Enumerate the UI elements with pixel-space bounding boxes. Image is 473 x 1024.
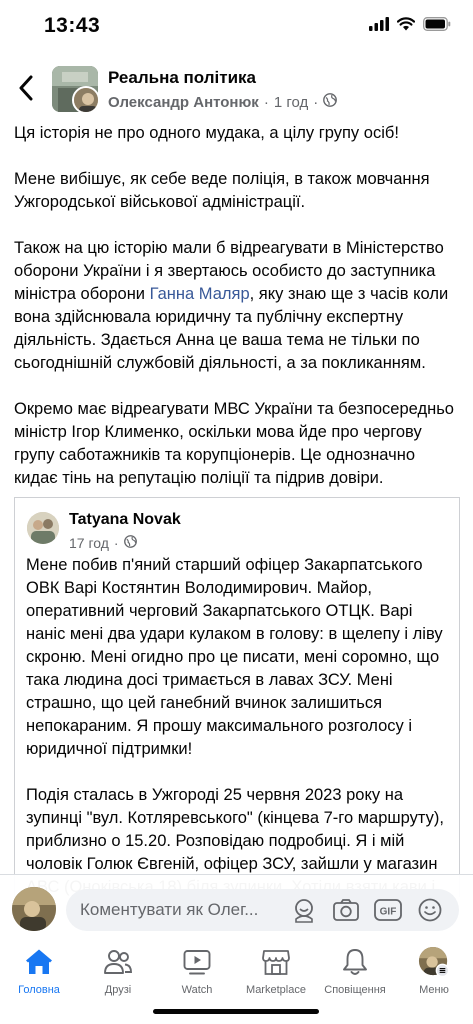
- meta-separator: ·: [313, 93, 319, 111]
- tab-menu[interactable]: Меню: [395, 944, 473, 1004]
- author-avatar[interactable]: [72, 86, 100, 114]
- author-name[interactable]: Олександр Антонюк: [108, 94, 259, 111]
- comment-tools: GIF: [289, 896, 445, 924]
- shared-author-name[interactable]: Tatyana Novak: [69, 511, 181, 529]
- post-header: Реальна політика Олександр Антонюк · 1 г…: [0, 62, 473, 118]
- comment-input[interactable]: Коментувати як Олег... GIF: [66, 889, 459, 931]
- wifi-icon: [396, 17, 416, 36]
- meta-separator: ·: [113, 535, 119, 551]
- back-button[interactable]: [10, 70, 42, 106]
- shared-text: Мене побив п'яний старший офіцер Закарпа…: [26, 554, 454, 897]
- post-text: Ця історія не про одного мудака, а цілу …: [14, 122, 462, 513]
- globe-icon: [323, 93, 338, 111]
- home-icon: [23, 946, 55, 978]
- tab-friends[interactable]: Друзі: [79, 944, 157, 1004]
- battery-icon: [423, 17, 451, 36]
- watch-icon: [181, 946, 213, 978]
- camera-icon[interactable]: [331, 896, 361, 924]
- gif-icon[interactable]: GIF: [373, 896, 403, 924]
- home-indicator: [153, 1009, 319, 1014]
- comment-bar: Коментувати як Олег... GIF: [0, 874, 473, 944]
- tab-label: Сповіщення: [324, 984, 386, 996]
- signal-icon: [369, 17, 389, 36]
- tab-label: Меню: [419, 984, 449, 996]
- post-paragraph: Мене вибішує, як себе веде поліція, в та…: [14, 170, 430, 211]
- status-icons: [369, 17, 451, 36]
- meta-separator: ·: [263, 93, 269, 111]
- chevron-left-icon: [19, 75, 33, 101]
- post-paragraph: Також на цю історію мали б відреагувати …: [14, 237, 462, 375]
- tab-marketplace[interactable]: Marketplace: [237, 944, 315, 1004]
- shared-post[interactable]: Tatyana Novak 17 год · Мене побив п'яний…: [14, 497, 460, 897]
- friends-icon: [102, 946, 134, 978]
- group-name[interactable]: Реальна політика: [108, 68, 256, 88]
- status-time: 13:43: [44, 14, 101, 37]
- avatar-sticker-icon[interactable]: [289, 896, 319, 924]
- menu-avatar-icon: [418, 946, 450, 978]
- post-paragraph: Окремо має відреагувати МВС України та б…: [14, 400, 454, 487]
- tab-label: Marketplace: [246, 984, 306, 996]
- tab-home[interactable]: Головна: [0, 944, 78, 1004]
- shared-meta: 17 год ·: [69, 535, 137, 551]
- bottom-tab-bar: Головна Друзі Watch Marketplace Сповіщен…: [0, 944, 473, 1024]
- globe-icon: [123, 535, 137, 551]
- shared-author-avatar[interactable]: [27, 512, 59, 544]
- tab-label: Головна: [18, 984, 60, 996]
- tab-label: Друзі: [104, 984, 132, 996]
- emoji-icon[interactable]: [415, 896, 445, 924]
- mention-link[interactable]: Ганна Маляр: [150, 285, 250, 303]
- tab-watch[interactable]: Watch: [158, 944, 236, 1004]
- post-paragraph: Ця історія не про одного мудака, а цілу …: [14, 124, 399, 142]
- post-time[interactable]: 1 год: [274, 94, 308, 111]
- tab-notifications[interactable]: Сповіщення: [316, 944, 394, 1004]
- comment-placeholder: Коментувати як Олег...: [80, 900, 259, 919]
- marketplace-icon: [260, 946, 292, 978]
- status-bar: 13:43: [0, 0, 473, 54]
- shared-paragraph: Мене побив п'яний старший офіцер Закарпа…: [26, 556, 443, 758]
- gif-label: GIF: [380, 907, 397, 918]
- current-user-avatar: [12, 887, 56, 931]
- post-meta: Олександр Антонюк · 1 год ·: [108, 93, 338, 111]
- shared-time[interactable]: 17 год: [69, 535, 109, 551]
- bell-icon: [339, 946, 371, 978]
- tab-label: Watch: [181, 984, 213, 996]
